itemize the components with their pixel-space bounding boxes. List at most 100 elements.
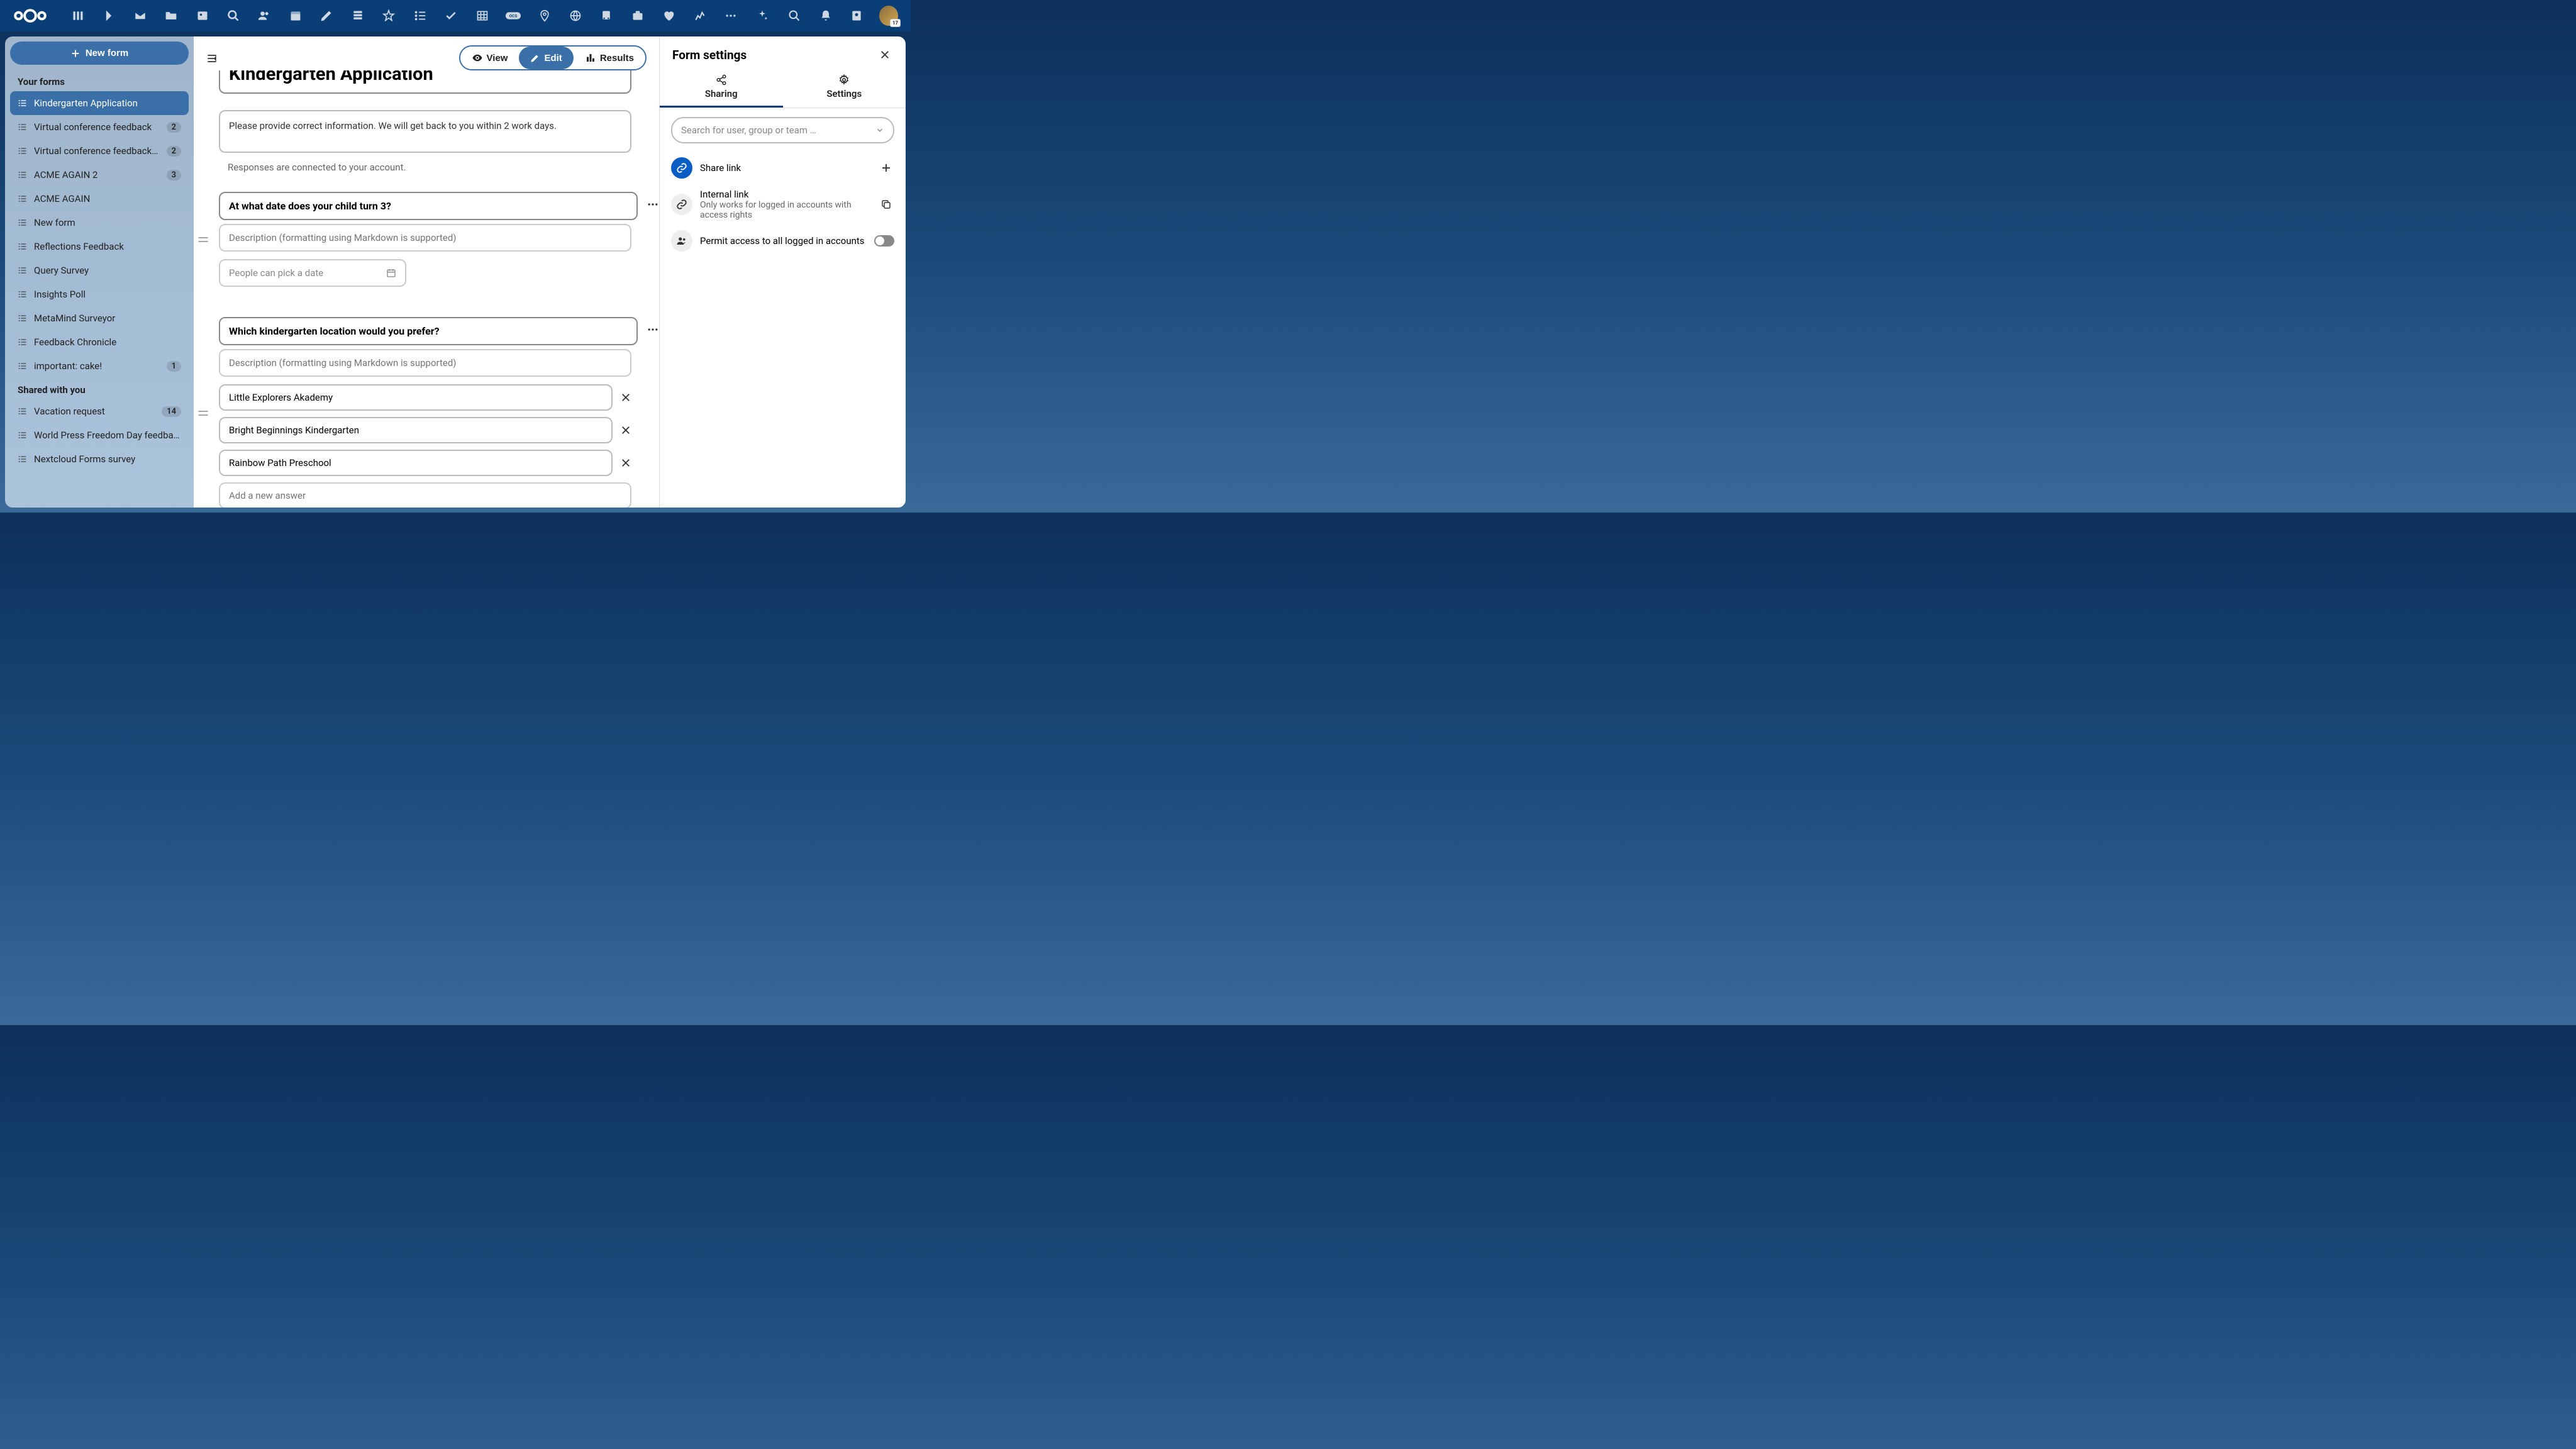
sidebar-item[interactable]: Query Survey [10,258,189,282]
option-input[interactable] [219,450,613,476]
sidebar-item-label: New form [34,217,181,228]
delete-option-icon[interactable] [618,422,634,438]
sidebar-item[interactable]: Reflections Feedback [10,235,189,258]
assistant-icon[interactable] [747,0,777,31]
contacts-icon[interactable] [250,0,279,31]
ocs-icon[interactable]: OCS [498,0,528,31]
option-input[interactable] [219,417,613,443]
briefcase-icon[interactable] [623,0,652,31]
settings-panel: Form settings Sharing Settings Search fo… [659,36,906,508]
sidebar-item[interactable]: Virtual conference feedback 2 [10,115,189,139]
internal-link-label: Internal link [700,189,870,200]
tab-settings[interactable]: Settings [783,68,906,108]
sidebar-item[interactable]: Virtual conference feedback - … 2 [10,139,189,163]
list-icon [18,218,28,228]
user-avatar[interactable]: 17 [879,6,898,26]
results-mode-button[interactable]: Results [574,47,645,69]
chevron-down-icon [875,126,884,135]
link-icon [671,194,692,215]
contacts-menu-icon[interactable] [841,0,871,31]
form-title-input[interactable] [219,70,631,94]
drag-handle-icon[interactable] [197,235,209,244]
sidebar-item[interactable]: Insights Poll [10,282,189,306]
internal-link-row: Internal link Only works for logged in a… [671,184,894,225]
sidebar-item-shared[interactable]: Vacation request 14 [10,399,189,423]
list-icon [18,430,28,440]
permit-access-toggle[interactable] [874,235,894,247]
nextcloud-logo[interactable] [11,6,49,25]
analytics-icon[interactable] [685,0,714,31]
activity-icon[interactable] [94,0,123,31]
question-description-input[interactable] [219,349,631,377]
edit-mode-button[interactable]: Edit [519,47,573,69]
option-input[interactable] [219,384,613,411]
sidebar-item[interactable]: Feedback Chronicle [10,330,189,354]
world-icon[interactable] [560,0,590,31]
dashboard-icon[interactable] [63,0,92,31]
list-icon [18,146,28,156]
more-apps-icon[interactable] [716,0,746,31]
health-icon[interactable] [654,0,684,31]
collapse-sidebar-button[interactable] [201,48,223,69]
question-title-input[interactable] [219,317,638,345]
sidebar-item-label: Query Survey [34,265,181,276]
search-icon[interactable] [779,0,809,31]
copy-internal-link-icon[interactable] [878,196,894,213]
star-icon[interactable] [374,0,404,31]
list-icon [18,337,28,347]
sidebar-badge: 2 [167,122,181,133]
share-icon [716,74,727,86]
sidebar-item[interactable]: ACME AGAIN [10,187,189,211]
sidebar-item[interactable]: New form [10,211,189,235]
question-description-input[interactable] [219,224,631,252]
mail-icon[interactable] [125,0,155,31]
date-placeholder: People can pick a date [229,267,323,279]
new-form-label: New form [86,48,128,58]
internal-link-sub: Only works for logged in accounts with a… [700,200,870,220]
question-block-choice [219,317,634,508]
share-search-input[interactable]: Search for user, group or team … [671,117,894,143]
mode-toggle: View Edit Results [459,45,647,70]
permit-access-label: Permit access to all logged in accounts [700,235,867,247]
sidebar-item[interactable]: ACME AGAIN 2 3 [10,163,189,187]
question-title-input[interactable] [219,192,638,220]
sidebar-item-shared[interactable]: World Press Freedom Day feedback [10,423,189,447]
form-description-input[interactable]: Please provide correct information. We w… [219,110,631,153]
add-option-input[interactable] [219,482,631,508]
tables-icon[interactable] [467,0,497,31]
view-mode-button[interactable]: View [460,47,519,69]
question-more-icon[interactable] [644,196,659,213]
files-icon[interactable] [156,0,186,31]
delete-option-icon[interactable] [618,389,634,406]
mode-label: Edit [544,53,562,64]
topbar: OCS 17 [0,0,911,31]
list-icon [18,313,28,323]
question-more-icon[interactable] [644,321,659,338]
new-form-button[interactable]: New form [10,42,189,65]
sidebar-item[interactable]: MetaMind Surveyor [10,306,189,330]
tab-sharing[interactable]: Sharing [660,68,783,108]
list-icon [18,454,28,464]
photos-icon[interactable] [187,0,217,31]
calendar-icon[interactable] [280,0,310,31]
sidebar-item-shared[interactable]: Nextcloud Forms survey [10,447,189,471]
notifications-icon[interactable] [811,0,840,31]
sidebar-item-label: ACME AGAIN [34,193,181,204]
search-app-icon[interactable] [218,0,248,31]
forms-icon[interactable] [405,0,435,31]
delete-option-icon[interactable] [618,455,634,471]
notes-icon[interactable] [312,0,341,31]
add-share-link-icon[interactable] [878,160,894,176]
sidebar-item[interactable]: important: cake! 1 [10,354,189,378]
maps-icon[interactable] [530,0,559,31]
drag-handle-icon[interactable] [197,409,209,418]
share-link-label: Share link [700,162,870,174]
transport-icon[interactable] [592,0,621,31]
date-picker-field[interactable]: People can pick a date [219,259,406,287]
deck-icon[interactable] [343,0,372,31]
sidebar-item-kindergarten[interactable]: Kindergarten Application [10,91,189,115]
tasks-icon[interactable] [436,0,465,31]
close-settings-icon[interactable] [877,47,893,63]
list-icon [18,406,28,416]
link-icon [671,157,692,179]
